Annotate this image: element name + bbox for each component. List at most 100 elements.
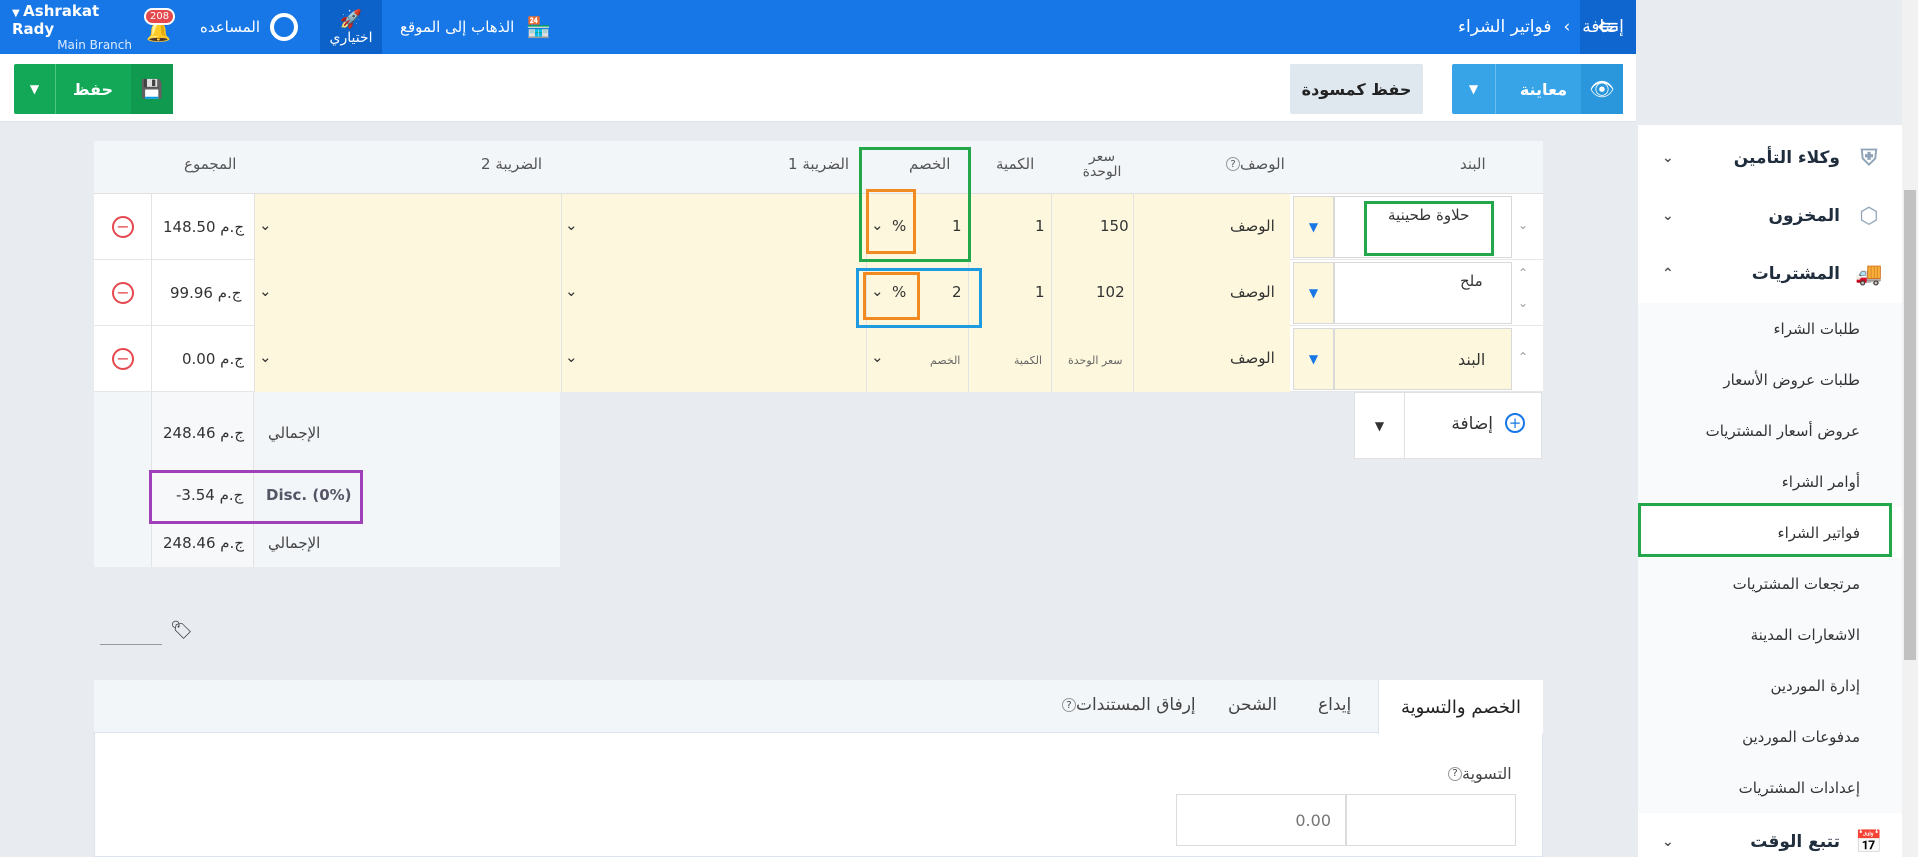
sidebar-sub-suppliers[interactable]: إدارة الموردين	[1638, 660, 1902, 711]
quantity-placeholder[interactable]: الكمية	[1014, 354, 1042, 367]
row-description[interactable]: الوصف	[1230, 349, 1275, 367]
action-toolbar: 👁 معاينة ▼ حفظ كمسودة 💾 حفظ ▼	[0, 54, 1636, 122]
save-draft-button[interactable]: حفظ كمسودة	[1290, 64, 1423, 114]
branch-name: Main Branch	[57, 38, 132, 52]
total-label: الإجمالي	[268, 534, 321, 552]
caret-down-icon[interactable]: ▼	[1355, 393, 1405, 458]
adjustment-label: ? التسوية	[1444, 764, 1512, 783]
discount-placeholder[interactable]: الخصم	[930, 354, 960, 367]
chevron-down-icon: ⌄	[1662, 208, 1674, 224]
caret-down-icon[interactable]: ▼	[1452, 64, 1496, 114]
tab-deposit[interactable]: إيداع	[1318, 695, 1351, 715]
chevron-down-icon[interactable]: ⌄	[871, 348, 884, 366]
tab-attachments-label: إرفاق المستندات	[1076, 695, 1196, 715]
chevron-down-icon: ⌄	[1662, 834, 1674, 850]
help-link[interactable]: المساعده	[200, 0, 299, 54]
go-to-site-link[interactable]: الذهاب إلى الموقع 🏪	[400, 0, 551, 54]
row-item-name: ملح	[1460, 272, 1483, 290]
sidebar-item-inventory[interactable]: ⌄ المخزون ⬡	[1638, 187, 1902, 245]
adjustment-value-input[interactable]	[1176, 794, 1346, 846]
sidebar-label: المخزون	[1768, 206, 1840, 226]
tax2-select-chevron-icon[interactable]: ⌄	[259, 216, 272, 234]
remove-row-icon[interactable]: −	[112, 282, 134, 304]
row-description[interactable]: الوصف	[1230, 283, 1275, 301]
row-unit-price[interactable]: 150	[1100, 217, 1129, 235]
save-button[interactable]: 💾 حفظ ▼	[14, 64, 173, 114]
sidebar-sub-purchase-returns[interactable]: مرتجعات المشتريات	[1638, 558, 1902, 609]
total-value: 248.46 ج.م	[163, 534, 245, 552]
tag-icon: 🏷	[170, 620, 193, 641]
sidebar-sub-supplier-payments[interactable]: مدفوعات الموردين	[1638, 711, 1902, 762]
sidebar-item-time-tracking[interactable]: ⌄ تتبع الوقت 📅	[1638, 813, 1902, 857]
unit-price-placeholder[interactable]: سعر الوحدة	[1068, 354, 1123, 367]
truck-icon: 🚚	[1855, 261, 1883, 287]
sidebar-label: تتبع الوقت	[1750, 832, 1840, 852]
sidebar-label: وكلاء التأمين	[1733, 148, 1840, 168]
preview-button[interactable]: 👁 معاينة ▼	[1452, 64, 1623, 114]
preview-label: معاينة	[1519, 79, 1567, 99]
tax2-select-chevron-icon[interactable]: ⌄	[259, 282, 272, 300]
chevron-down-icon: ⌄	[1662, 150, 1674, 166]
tax1-select-chevron-icon[interactable]: ⌄	[565, 216, 578, 234]
remove-row-icon[interactable]: −	[112, 216, 134, 238]
sidebar-sub-purchase-settings[interactable]: إعدادات المشتريات	[1638, 762, 1902, 813]
tax1-select-chevron-icon[interactable]: ⌄	[565, 348, 578, 366]
chevron-down-icon[interactable]: ⌄	[1518, 218, 1528, 232]
sidebar-sub-purchase-orders[interactable]: أوامر الشراء	[1638, 456, 1902, 507]
sidebar-sub-purchase-quotes[interactable]: عروض أسعار المشتريات	[1638, 405, 1902, 456]
remove-row-icon[interactable]: −	[112, 348, 134, 370]
row-fields-bg	[254, 326, 1290, 392]
tab-shipping[interactable]: الشحن	[1228, 695, 1277, 715]
user-menu[interactable]: ▼ Ashrakat Rady Main Branch	[12, 0, 132, 54]
item-dropdown-toggle[interactable]: ▼	[1293, 196, 1334, 258]
chevron-down-icon[interactable]: ⌄	[1518, 296, 1528, 310]
header-quantity: الكمية	[996, 155, 1035, 173]
tax2-select-chevron-icon[interactable]: ⌄	[259, 348, 272, 366]
column-divider	[561, 194, 562, 392]
column-divider	[254, 194, 255, 392]
chevron-up-icon[interactable]: ⌃	[1518, 350, 1528, 364]
row-unit-price[interactable]: 102	[1096, 283, 1125, 301]
chevron-left-icon: ‹	[1563, 17, 1571, 37]
item-input[interactable]	[1334, 262, 1512, 324]
sidebar-sub-debit-notes[interactable]: الاشعارات المدينة	[1638, 609, 1902, 660]
add-label: إضافة	[1451, 414, 1493, 434]
help-icon[interactable]: ?	[1226, 157, 1240, 171]
caret-down-icon[interactable]: ▼	[14, 64, 56, 114]
row-fields-bg	[254, 260, 1290, 326]
help-icon[interactable]: ?	[1062, 698, 1076, 712]
tax1-select-chevron-icon[interactable]: ⌄	[565, 282, 578, 300]
tab-discount-adjustment[interactable]: الخصم والتسوية	[1378, 680, 1543, 734]
top-bar: ⇚ فواتير الشراء ‹ إضافة الذهاب إلى الموق…	[0, 0, 1636, 54]
column-divider	[1133, 194, 1134, 392]
notifications-button[interactable]: 🔔 208	[144, 0, 176, 54]
breadcrumb-parent[interactable]: فواتير الشراء	[1458, 17, 1551, 37]
floppy-disk-icon: 💾	[131, 64, 173, 114]
sidebar-item-purchases[interactable]: ⌃ المشتريات 🚚	[1638, 245, 1902, 303]
tab-attachments[interactable]: ? إرفاق المستندات	[1058, 695, 1196, 715]
user-name: Ashrakat Rady	[12, 2, 100, 38]
add-row-button[interactable]: + إضافة ▼	[1354, 392, 1542, 459]
chevron-up-icon: ⌃	[1662, 266, 1674, 282]
row-quantity[interactable]: 1	[1035, 217, 1045, 235]
box-icon: ⬡	[1859, 203, 1879, 229]
optional-button[interactable]: 🚀 اختياري	[320, 0, 382, 54]
row-description[interactable]: الوصف	[1230, 217, 1275, 235]
tags-input[interactable]	[100, 644, 162, 645]
chevron-up-icon[interactable]: ⌃	[1518, 266, 1528, 280]
sidebar-sub-rfq[interactable]: طلبات عروض الأسعار	[1638, 354, 1902, 405]
sidebar-sub-purchase-requests[interactable]: طلبات الشراء	[1638, 303, 1902, 354]
subtotal-label: الإجمالي	[268, 424, 321, 442]
item-dropdown-toggle[interactable]: ▼	[1293, 262, 1334, 324]
item-dropdown-toggle[interactable]: ▼	[1293, 328, 1334, 390]
plus-circle-icon: +	[1505, 413, 1525, 433]
adjustment-name-input[interactable]	[1346, 794, 1516, 846]
sidebar-item-insurance-agents[interactable]: ⌄ وكلاء التأمين ⛨	[1638, 129, 1902, 187]
row-item-placeholder: البند	[1458, 350, 1486, 369]
row-quantity[interactable]: 1	[1035, 283, 1045, 301]
caret-down-icon: ▼	[12, 8, 24, 19]
subtotal-value: 248.46 ج.م	[163, 424, 245, 442]
help-icon[interactable]: ?	[1448, 766, 1462, 781]
scrollbar-thumb[interactable]	[1904, 190, 1916, 660]
header-item: البند	[1460, 155, 1486, 173]
